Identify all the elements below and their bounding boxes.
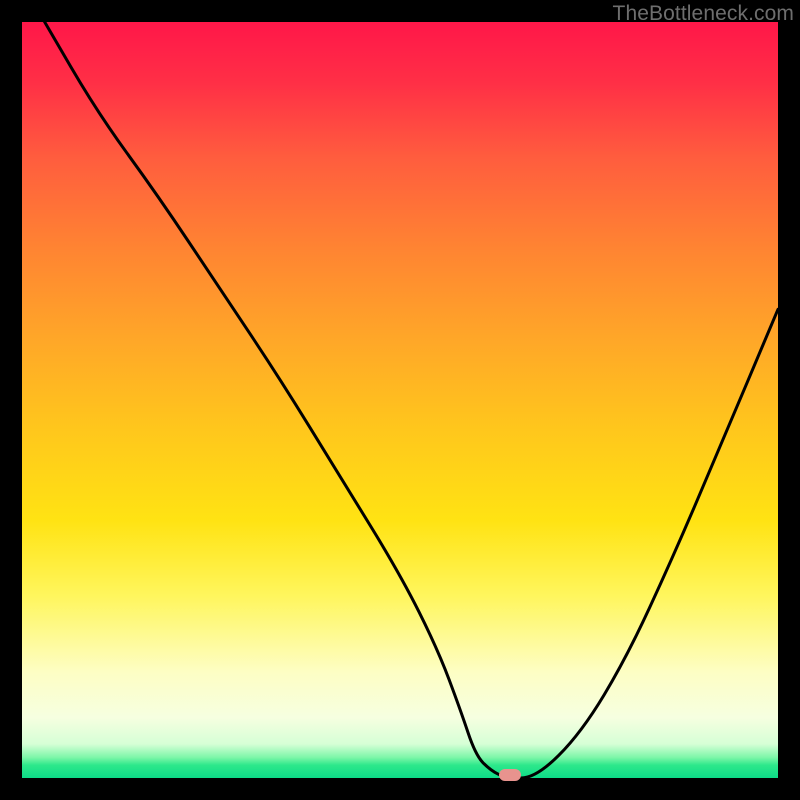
- chart-frame: TheBottleneck.com: [0, 0, 800, 800]
- plot-area: [22, 22, 778, 778]
- bottleneck-curve: [22, 22, 778, 778]
- watermark-text: TheBottleneck.com: [613, 2, 794, 26]
- optimal-marker: [499, 769, 521, 781]
